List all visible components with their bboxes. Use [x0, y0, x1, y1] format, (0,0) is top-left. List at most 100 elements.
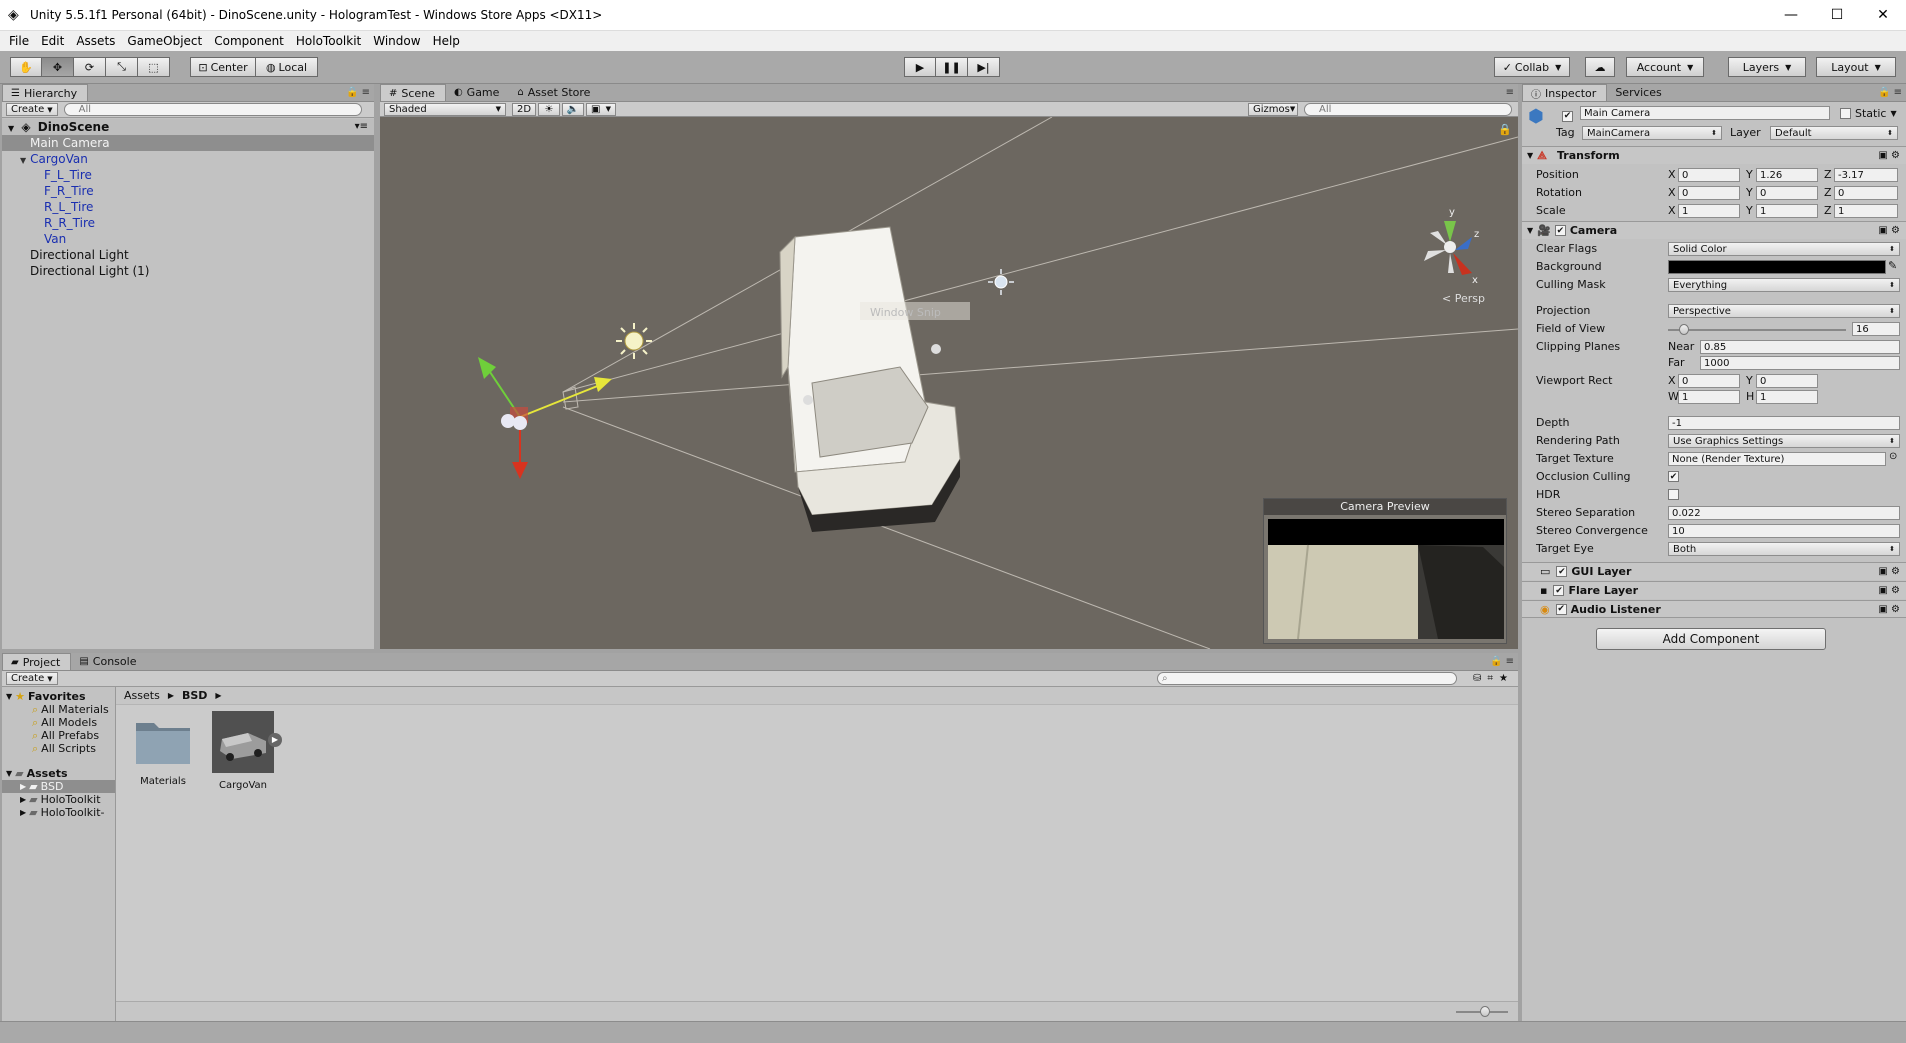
audio-toggle[interactable]: 🔈 — [562, 102, 584, 116]
move-tool-button[interactable]: ✥ — [42, 57, 74, 77]
triangle-down-icon[interactable]: ▼ — [20, 156, 26, 165]
cloud-button[interactable]: ☁ — [1585, 57, 1615, 77]
menu-help[interactable]: Help — [427, 34, 466, 48]
triangle-down-icon[interactable]: ▼ — [8, 124, 14, 133]
pause-button[interactable]: ❚❚ — [936, 57, 968, 77]
menu-component[interactable]: Component — [208, 34, 290, 48]
lock-icon[interactable]: 🔒 — [1498, 123, 1512, 136]
background-color-swatch[interactable] — [1668, 260, 1886, 274]
triangle-down-icon[interactable]: ▼ — [6, 690, 12, 703]
panel-options-icon[interactable]: ≡ — [1506, 87, 1514, 98]
collab-button[interactable]: ✓ Collab ▼ — [1494, 57, 1570, 77]
gui-layer-header[interactable]: ▭ ✔ GUI Layer ▣ ⚙ — [1522, 562, 1906, 580]
scale-tool-button[interactable]: ⤡ — [106, 57, 138, 77]
rotate-tool-button[interactable]: ⟳ — [74, 57, 106, 77]
depth-field[interactable]: -1 — [1668, 416, 1900, 430]
minimize-button[interactable]: — — [1768, 0, 1814, 31]
object-active-checkbox[interactable]: ✔ — [1562, 107, 1573, 122]
favorite-item[interactable]: ⌕ All Models — [2, 716, 115, 729]
favorite-item[interactable]: ⌕ All Scripts — [2, 742, 115, 755]
filter-label-icon[interactable]: ⌗ — [1487, 673, 1493, 684]
projection-dropdown[interactable]: Perspective ⬍ — [1668, 304, 1900, 318]
hierarchy-item-f-l-tire[interactable]: F_L_Tire — [2, 167, 374, 183]
layout-dropdown[interactable]: Layout ▼ — [1816, 57, 1896, 77]
scene-row[interactable]: ▼ ◈ DinoScene ▾≡ — [2, 119, 374, 135]
component-settings-icon[interactable]: ▣ ⚙ — [1878, 566, 1900, 577]
flare-layer-header[interactable]: ▪ ✔ Flare Layer ▣ ⚙ — [1522, 581, 1906, 599]
tab-game[interactable]: ◐ Game — [446, 84, 509, 101]
target-texture-field[interactable]: None (Render Texture) — [1668, 452, 1886, 466]
close-button[interactable]: ✕ — [1860, 0, 1906, 31]
rotation-x-field[interactable]: 0 — [1678, 186, 1740, 200]
play-button[interactable]: ▶ — [904, 57, 936, 77]
eyedropper-icon[interactable]: ✎ — [1888, 259, 1897, 272]
position-x-field[interactable]: 0 — [1678, 168, 1740, 182]
panel-options-icon[interactable]: 🔒 ≡ — [346, 87, 370, 98]
triangle-right-icon[interactable]: ▶ — [20, 793, 26, 806]
tab-project[interactable]: ▰ Project — [2, 653, 72, 670]
layer-dropdown[interactable]: Default ⬍ — [1770, 126, 1898, 140]
tab-scene[interactable]: # Scene — [380, 84, 446, 101]
step-button[interactable]: ▶| — [968, 57, 1000, 77]
viewport-h-field[interactable]: 1 — [1756, 390, 1818, 404]
fov-field[interactable]: 16 — [1852, 322, 1900, 336]
object-name-field[interactable]: Main Camera — [1580, 106, 1830, 120]
viewport-x-field[interactable]: 0 — [1678, 374, 1740, 388]
icon-size-slider-thumb[interactable] — [1480, 1006, 1490, 1017]
flare-layer-checkbox[interactable]: ✔ — [1553, 585, 1565, 596]
culling-mask-dropdown[interactable]: Everything ⬍ — [1668, 278, 1900, 292]
rotation-z-field[interactable]: 0 — [1834, 186, 1898, 200]
project-search-input[interactable]: ⌕ — [1157, 672, 1457, 685]
persp-label[interactable]: < Persp — [1442, 292, 1485, 305]
position-z-field[interactable]: -3.17 — [1834, 168, 1898, 182]
hierarchy-item-cargovan[interactable]: ▼ CargoVan — [2, 151, 374, 167]
pivot-center-button[interactable]: ⊡ Center — [190, 57, 256, 77]
breadcrumb-assets[interactable]: Assets — [124, 689, 160, 702]
hierarchy-search-input[interactable]: All — [63, 103, 362, 116]
mode-2d-button[interactable]: 2D — [512, 102, 536, 116]
hand-tool-button[interactable]: ✋ — [10, 57, 42, 77]
hierarchy-item-directional-light[interactable]: Directional Light — [2, 247, 374, 263]
scene-menu-icon[interactable]: ▾≡ — [355, 119, 368, 135]
asset-item-materials[interactable]: Materials — [132, 715, 194, 787]
effects-dropdown[interactable]: ▣ ▼ — [586, 102, 616, 116]
tab-console[interactable]: ▤ Console — [71, 653, 146, 670]
shading-mode-dropdown[interactable]: Shaded ▼ — [384, 102, 506, 116]
favorite-star-icon[interactable]: ★ — [1499, 673, 1508, 684]
camera-enabled-checkbox[interactable]: ✔ — [1554, 225, 1566, 236]
favorites-row[interactable]: ▼ ★ Favorites — [2, 690, 115, 703]
viewport-w-field[interactable]: 1 — [1678, 390, 1740, 404]
component-settings-icon[interactable]: ▣ ⚙ — [1878, 585, 1900, 596]
target-eye-dropdown[interactable]: Both ⬍ — [1668, 542, 1900, 556]
hierarchy-item-directional-light-1[interactable]: Directional Light (1) — [2, 263, 374, 279]
scale-y-field[interactable]: 1 — [1756, 204, 1818, 218]
hdr-checkbox[interactable] — [1668, 489, 1679, 500]
add-component-button[interactable]: Add Component — [1596, 628, 1826, 650]
fov-slider-track[interactable] — [1668, 329, 1846, 331]
scene-search-input[interactable]: All — [1304, 102, 1512, 116]
tab-asset-store[interactable]: ⌂ Asset Store — [509, 84, 600, 101]
audio-listener-header[interactable]: ◉ ✔ Audio Listener ▣ ⚙ — [1522, 600, 1906, 618]
folder-item-holotoolkit-2[interactable]: ▶ ▰ HoloToolkit- — [2, 806, 115, 819]
scale-x-field[interactable]: 1 — [1678, 204, 1740, 218]
hierarchy-create-button[interactable]: Create ▼ — [6, 103, 58, 116]
hierarchy-item-f-r-tire[interactable]: F_R_Tire — [2, 183, 374, 199]
fov-slider-thumb[interactable] — [1679, 324, 1690, 335]
menu-window[interactable]: Window — [367, 34, 426, 48]
menu-gameobject[interactable]: GameObject — [121, 34, 208, 48]
hierarchy-item-main-camera[interactable]: Main Camera — [2, 135, 374, 151]
component-settings-icon[interactable]: ▣ ⚙ — [1878, 150, 1900, 161]
menu-edit[interactable]: Edit — [35, 34, 70, 48]
directional-light-gizmo[interactable] — [616, 323, 652, 359]
triangle-down-icon[interactable]: ▼ — [1527, 226, 1533, 235]
favorite-item[interactable]: ⌕ All Prefabs — [2, 729, 115, 742]
orientation-gizmo[interactable]: y z x — [1424, 207, 1479, 286]
scene-viewport[interactable]: Window Snip y z x < Persp 🔒 Camera Previ… — [380, 117, 1518, 649]
menu-file[interactable]: File — [3, 34, 35, 48]
hierarchy-item-r-r-tire[interactable]: R_R_Tire — [2, 215, 374, 231]
audio-listener-checkbox[interactable]: ✔ — [1555, 603, 1567, 615]
panel-options-icon[interactable]: 🔒 ≡ — [1878, 87, 1902, 98]
breadcrumb-bsd[interactable]: BSD — [182, 689, 207, 702]
asset-item-cargovan[interactable]: ▶ CargoVan — [208, 711, 282, 791]
tab-hierarchy[interactable]: ☰ Hierarchy — [2, 84, 89, 101]
